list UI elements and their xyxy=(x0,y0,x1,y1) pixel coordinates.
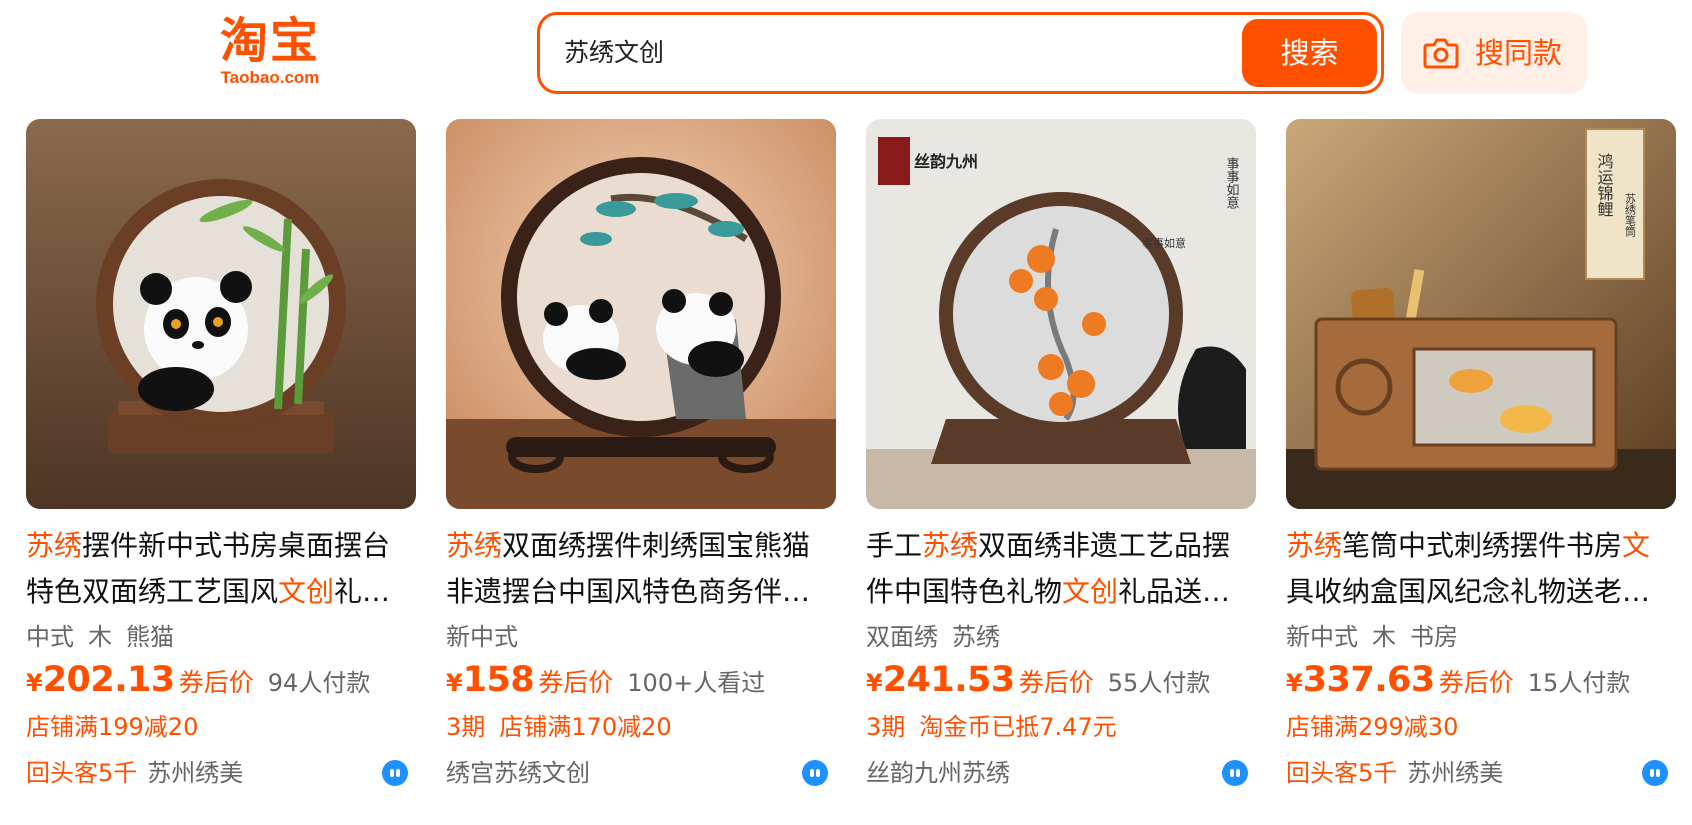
wangwang-chat-icon[interactable] xyxy=(1222,760,1248,786)
title-text: 手工 xyxy=(866,529,923,562)
product-tag: 木 xyxy=(88,623,112,651)
title-highlight: 文创 xyxy=(1062,575,1119,608)
camera-icon xyxy=(1423,38,1459,69)
product-title[interactable]: 苏绣笔筒中式刺绣摆件书房文具收纳盒国风纪念礼物送老… xyxy=(1286,523,1676,615)
product-card[interactable]: 丝韵九州 事事如意 事事如意 手工苏绣双面绣非遗工艺品摆件中国特色礼物文创礼品送… xyxy=(866,119,1256,797)
promo-row: 3期 淘金币已抵7.47元 xyxy=(866,705,1256,749)
product-tag: 双面绣 xyxy=(866,623,938,651)
product-tags: 中式木熊猫 xyxy=(26,619,416,655)
product-image[interactable]: 鸿运锦鲤 苏绣笔筒 xyxy=(1286,119,1676,509)
product-title[interactable]: 手工苏绣双面绣非遗工艺品摆件中国特色礼物文创礼品送… xyxy=(866,523,1256,615)
promo-label: 淘金币已抵7.47元 xyxy=(919,713,1117,741)
title-highlight: 苏绣 xyxy=(446,529,503,562)
price-row: ¥337.63 券后价 15人付款 xyxy=(1286,655,1676,705)
wangwang-chat-icon[interactable] xyxy=(382,760,408,786)
price-tag: 券后价 xyxy=(178,668,254,697)
shop-name[interactable]: 苏州绣美 xyxy=(147,759,243,787)
shop-name[interactable]: 绣宫苏绣文创 xyxy=(446,759,590,787)
product-tag: 熊猫 xyxy=(126,623,174,651)
price-row: ¥202.13 券后价 94人付款 xyxy=(26,655,416,705)
product-tags: 新中式 xyxy=(446,619,836,655)
title-highlight: 苏绣 xyxy=(26,529,83,562)
product-tags: 新中式木书房 xyxy=(1286,619,1676,655)
image-poem-text: 事事如意 xyxy=(1142,236,1186,250)
product-tag: 新中式 xyxy=(446,623,518,651)
product-tag: 书房 xyxy=(1410,623,1458,651)
product-card[interactable]: 苏绣双面绣摆件刺绣国宝熊猫非遗摆台中国风特色商务伴… 新中式 ¥158 券后价 10… xyxy=(446,119,836,797)
product-title[interactable]: 苏绣摆件新中式书房桌面摆台特色双面绣工艺国风文创礼… xyxy=(26,523,416,615)
title-highlight: 文创 xyxy=(278,575,335,608)
price-currency: ¥ xyxy=(26,669,43,697)
price-row: ¥158 券后价 100+人看过 xyxy=(446,655,836,705)
sales-count: 55人付款 xyxy=(1107,669,1211,697)
title-text: 具收纳盒国风纪念礼物送老… xyxy=(1286,575,1651,608)
search-same-button[interactable]: 搜同款 xyxy=(1401,12,1587,94)
price-currency: ¥ xyxy=(446,669,463,697)
search-input[interactable]: 苏绣文创 xyxy=(564,15,664,91)
price-currency: ¥ xyxy=(866,669,883,697)
promo-label: 店铺满199减20 xyxy=(26,713,199,741)
title-text: 礼… xyxy=(334,575,391,608)
product-image[interactable]: 丝韵九州 事事如意 事事如意 xyxy=(866,119,1256,509)
title-highlight: 苏绣 xyxy=(922,529,979,562)
price-value: 202.13 xyxy=(42,660,176,700)
title-highlight: 文 xyxy=(1622,529,1651,562)
price-currency: ¥ xyxy=(1286,669,1303,697)
sales-count: 94人付款 xyxy=(267,669,371,697)
price-row: ¥241.53 券后价 55人付款 xyxy=(866,655,1256,705)
promo-row: 店铺满299减30 xyxy=(1286,705,1676,749)
image-brand-text: 丝韵九州 xyxy=(914,152,978,171)
shop-row: 回头客5千 苏州绣美 xyxy=(1286,749,1676,797)
product-card[interactable]: 苏绣摆件新中式书房桌面摆台特色双面绣工艺国风文创礼… 中式木熊猫 ¥202.13… xyxy=(26,119,416,797)
product-image[interactable] xyxy=(446,119,836,509)
logo-subtext: Taobao.com xyxy=(220,68,320,87)
title-highlight: 苏绣 xyxy=(1286,529,1343,562)
price-value: 337.63 xyxy=(1302,660,1436,700)
price-tag: 券后价 xyxy=(1438,668,1514,697)
title-text: 礼品送… xyxy=(1118,575,1231,608)
repeat-buyer-badge: 回头客5千 xyxy=(1286,759,1398,787)
sales-count: 15人付款 xyxy=(1527,669,1631,697)
shop-name[interactable]: 苏州绣美 xyxy=(1407,759,1503,787)
shop-name[interactable]: 丝韵九州苏绣 xyxy=(866,759,1010,787)
product-tag: 木 xyxy=(1372,623,1396,651)
image-sublabel-text: 苏绣笔筒 xyxy=(1624,193,1637,238)
promo-label: 3期 xyxy=(866,713,906,741)
promo-row: 店铺满199减20 xyxy=(26,705,416,749)
sales-count: 100+人看过 xyxy=(627,669,766,697)
repeat-buyer-badge: 回头客5千 xyxy=(26,759,138,787)
promo-row: 3期 店铺满170减20 xyxy=(446,705,836,749)
promo-label: 3期 xyxy=(446,713,486,741)
search-button[interactable]: 搜索 xyxy=(1242,19,1377,87)
promo-label: 店铺满299减30 xyxy=(1286,713,1459,741)
search-same-label: 搜同款 xyxy=(1475,36,1563,70)
shop-row: 丝韵九州苏绣 xyxy=(866,749,1256,797)
wangwang-chat-icon[interactable] xyxy=(1642,760,1668,786)
search-box[interactable]: 苏绣文创 搜索 xyxy=(537,12,1384,94)
title-text: 笔筒中式刺绣摆件书房 xyxy=(1342,529,1623,562)
price-value: 241.53 xyxy=(882,660,1016,700)
wangwang-chat-icon[interactable] xyxy=(802,760,828,786)
shop-row: 绣宫苏绣文创 xyxy=(446,749,836,797)
image-poem-text: 事事如意 xyxy=(1224,157,1240,209)
taobao-logo[interactable]: 淘宝 Taobao.com xyxy=(205,14,335,94)
image-label-text: 鸿运锦鲤 xyxy=(1595,153,1614,217)
product-tag: 新中式 xyxy=(1286,623,1358,651)
product-title[interactable]: 苏绣双面绣摆件刺绣国宝熊猫非遗摆台中国风特色商务伴… xyxy=(446,523,836,615)
product-tag: 中式 xyxy=(26,623,74,651)
product-tag: 苏绣 xyxy=(952,623,1000,651)
price-tag: 券后价 xyxy=(1018,668,1094,697)
product-card[interactable]: 鸿运锦鲤 苏绣笔筒 苏绣笔筒中式刺绣摆件书房文具收纳盒国风纪念礼物送老… 新中式… xyxy=(1286,119,1676,797)
promo-label: 店铺满170减20 xyxy=(499,713,672,741)
shop-row: 回头客5千 苏州绣美 xyxy=(26,749,416,797)
price-tag: 券后价 xyxy=(538,668,614,697)
logo-mark: 淘宝 xyxy=(219,13,320,69)
price-value: 158 xyxy=(462,660,535,700)
product-image[interactable] xyxy=(26,119,416,509)
product-tags: 双面绣 苏绣 xyxy=(866,619,1256,655)
